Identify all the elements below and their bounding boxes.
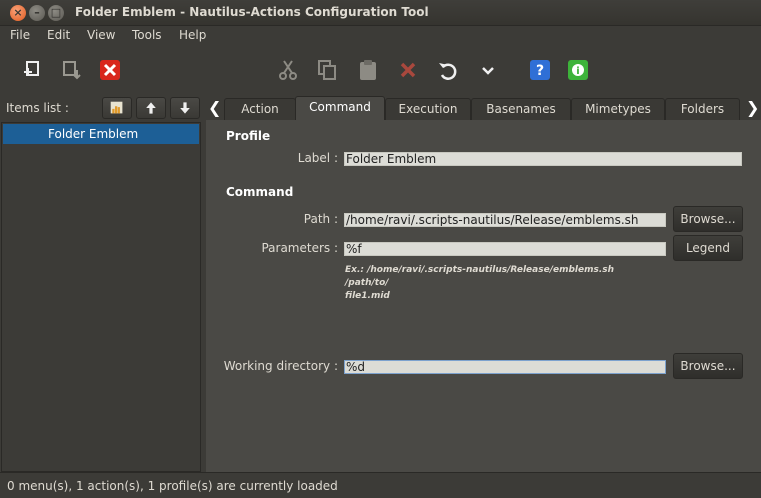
- sort-mode-button[interactable]: [102, 97, 132, 119]
- svg-text:?: ?: [536, 63, 544, 79]
- arrow-down-icon: [180, 102, 190, 114]
- menu-tools[interactable]: Tools: [132, 28, 162, 42]
- parameters-caption: Parameters :: [261, 241, 338, 255]
- menu-file[interactable]: File: [10, 28, 30, 42]
- command-section-title: Command: [226, 185, 294, 199]
- toolbar: ? i: [0, 46, 761, 94]
- menu-edit[interactable]: Edit: [47, 28, 70, 42]
- copy-icon[interactable]: [315, 58, 339, 82]
- working-directory-field[interactable]: %d: [344, 360, 666, 374]
- minimize-window-button[interactable]: –: [29, 5, 45, 21]
- window-title: Folder Emblem - Nautilus-Actions Configu…: [75, 5, 429, 19]
- paste-icon[interactable]: [356, 58, 380, 82]
- menu-view[interactable]: View: [87, 28, 115, 42]
- new-item-icon[interactable]: [21, 58, 45, 82]
- sort-descending-button[interactable]: [170, 97, 200, 119]
- status-bar: 0 menu(s), 1 action(s), 1 profile(s) are…: [0, 472, 761, 498]
- tab-scroll-left-icon[interactable]: ❮: [208, 98, 221, 117]
- tab-action[interactable]: Action: [224, 98, 296, 120]
- tab-folders[interactable]: Folders: [665, 98, 740, 120]
- parameters-example: Ex.: /home/ravi/.scripts-nautilus/Releas…: [345, 264, 645, 303]
- path-browse-button[interactable]: Browse...: [673, 206, 743, 232]
- about-icon[interactable]: i: [566, 58, 590, 82]
- maximize-window-button[interactable]: □: [48, 5, 64, 21]
- profile-section-title: Profile: [226, 129, 271, 143]
- status-text: 0 menu(s), 1 action(s), 1 profile(s) are…: [7, 479, 338, 493]
- tab-basenames[interactable]: Basenames: [471, 98, 571, 120]
- tree-item[interactable]: Folder Emblem: [3, 124, 199, 144]
- title-bar: × – □ Folder Emblem - Nautilus-Actions C…: [0, 0, 761, 26]
- manual-sort-icon: [110, 101, 123, 114]
- tab-execution[interactable]: Execution: [385, 98, 471, 120]
- notebook-tabs: ❮ Action Command Execution Basenames Mim…: [206, 96, 761, 121]
- items-list-label: Items list :: [6, 101, 69, 115]
- chevron-down-icon[interactable]: [476, 58, 500, 82]
- path-field[interactable]: /home/ravi/.scripts-nautilus/Release/emb…: [344, 213, 666, 227]
- tab-command[interactable]: Command: [295, 96, 385, 121]
- working-directory-caption: Working directory :: [223, 359, 338, 373]
- undo-icon[interactable]: [436, 58, 460, 82]
- legend-button[interactable]: Legend: [673, 235, 743, 261]
- cut-icon[interactable]: [276, 58, 300, 82]
- arrow-up-icon: [146, 102, 156, 114]
- sort-ascending-button[interactable]: [136, 97, 166, 119]
- example-line-2: file1.mid: [345, 291, 390, 301]
- label-caption: Label :: [297, 151, 338, 165]
- path-caption: Path :: [303, 212, 338, 226]
- close-window-button[interactable]: ×: [10, 5, 26, 21]
- svg-text:i: i: [576, 66, 579, 77]
- working-directory-browse-button[interactable]: Browse...: [673, 353, 743, 379]
- tab-mimetypes[interactable]: Mimetypes: [571, 98, 665, 120]
- remove-icon[interactable]: [396, 58, 420, 82]
- help-icon[interactable]: ?: [528, 58, 552, 82]
- import-icon[interactable]: [60, 58, 84, 82]
- parameters-field[interactable]: %f: [344, 242, 666, 256]
- example-line-1: Ex.: /home/ravi/.scripts-nautilus/Releas…: [345, 265, 615, 288]
- items-list-header: Items list :: [0, 94, 206, 122]
- label-field[interactable]: Folder Emblem: [344, 152, 742, 166]
- items-tree[interactable]: Folder Emblem: [1, 122, 201, 472]
- menu-bar: File Edit View Tools Help: [0, 26, 761, 46]
- tab-scroll-right-icon[interactable]: ❯: [746, 98, 759, 117]
- delete-icon[interactable]: [98, 58, 122, 82]
- command-panel: Profile Label : Folder Emblem Command Pa…: [206, 120, 761, 472]
- menu-help[interactable]: Help: [179, 28, 206, 42]
